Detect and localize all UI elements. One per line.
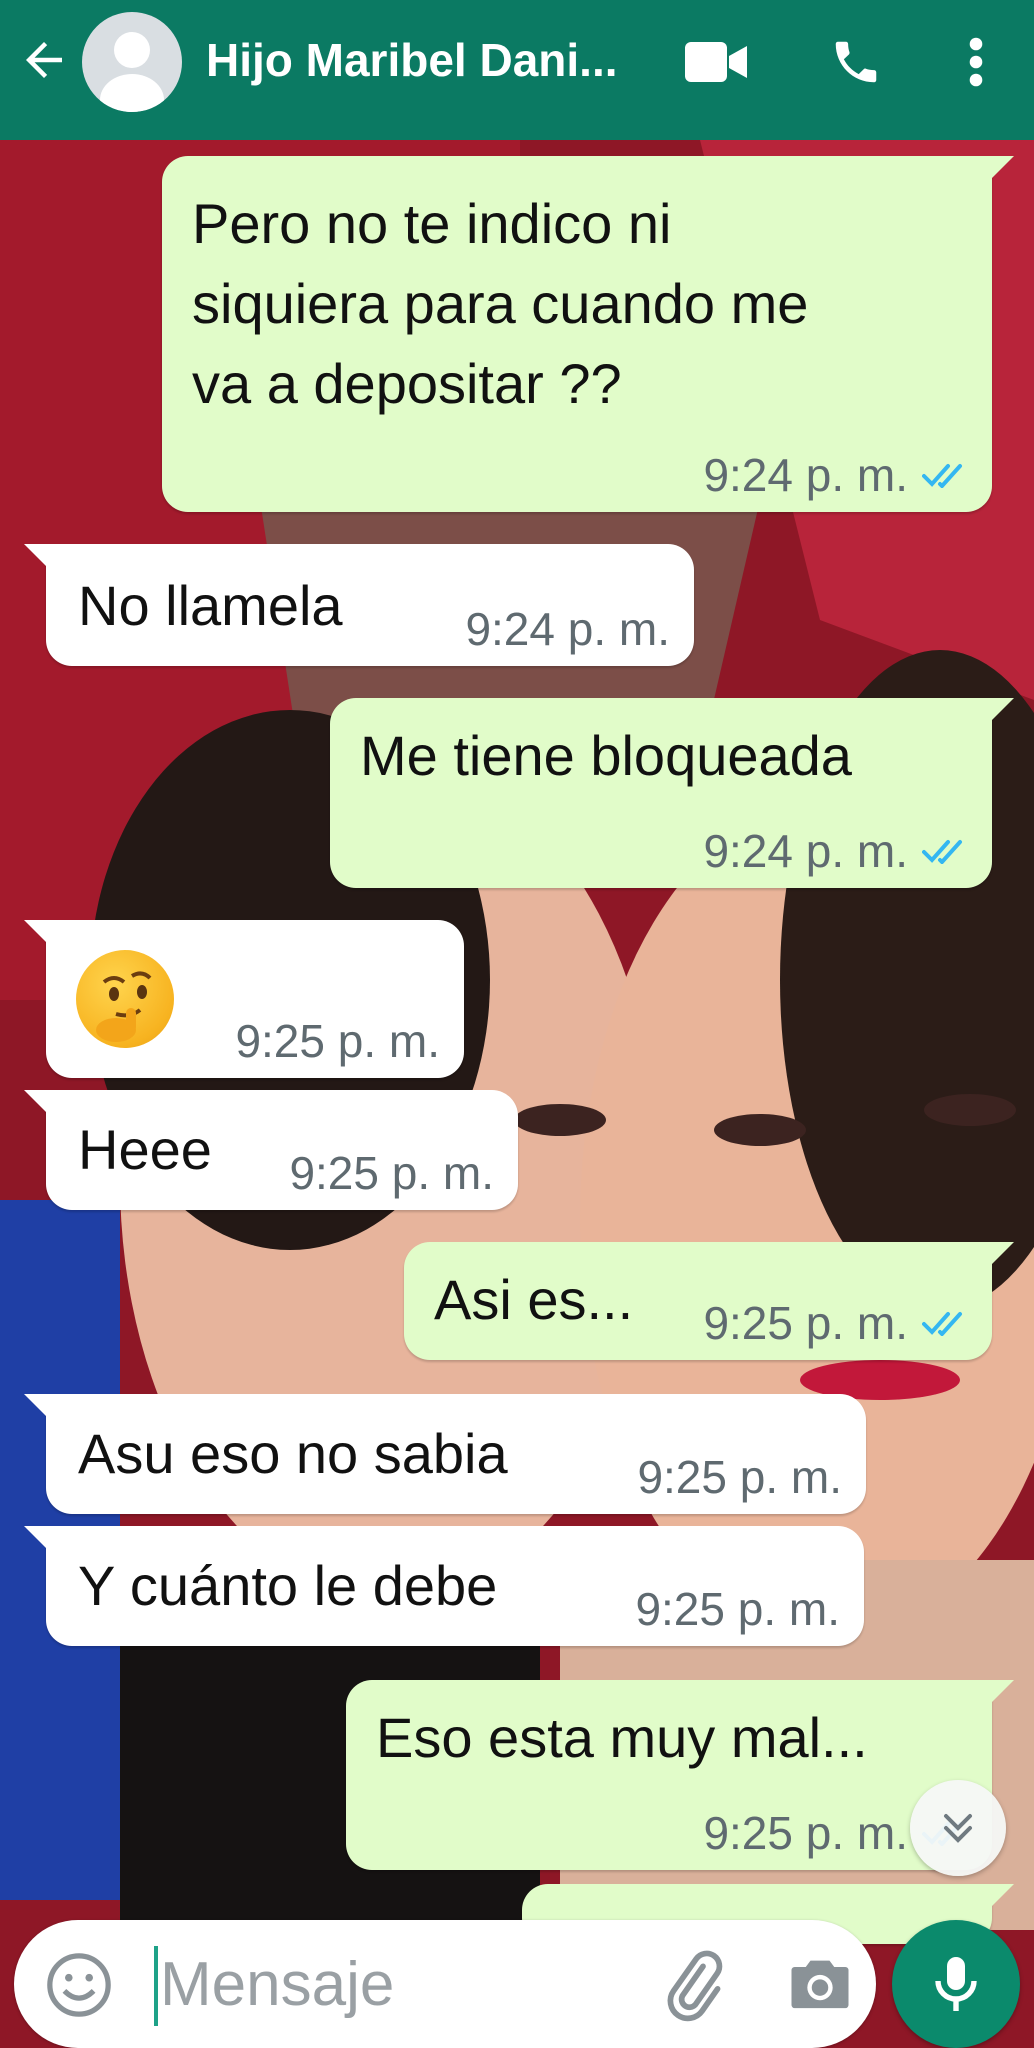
message-meta: 9:25 p. m.	[703, 1298, 968, 1348]
message-meta: 9:25 p. m.	[289, 1148, 494, 1198]
thinking-face-icon	[96, 971, 152, 1042]
message-bubble-incoming[interactable]: 9:25 p. m.	[24, 920, 464, 1078]
message-meta: 9:25 p. m.	[637, 1452, 842, 1502]
message-bubble-incoming[interactable]: Heee 9:25 p. m.	[24, 1090, 518, 1210]
message-text: Pero no te indico ni siquiera para cuand…	[192, 192, 809, 415]
message-list[interactable]: Pero no te indico ni siquiera para cuand…	[0, 140, 1034, 1944]
back-button[interactable]	[14, 30, 74, 90]
message-bubble-outgoing[interactable]: Me tiene bloqueada 9:24 p. m.	[330, 698, 1014, 888]
double-check-read-icon	[922, 1312, 962, 1336]
attach-button[interactable]	[654, 1948, 730, 2024]
voice-call-button[interactable]	[820, 30, 892, 94]
message-bubble-outgoing[interactable]: Eso esta muy mal... 9:25 p. m.	[346, 1680, 1014, 1870]
message-time: 9:25 p. m.	[635, 1583, 840, 1635]
contact-name[interactable]: Hijo Maribel Dani...	[206, 30, 646, 90]
message-text: Asu eso no sabia	[78, 1422, 508, 1485]
message-time: 9:24 p. m.	[703, 449, 908, 501]
double-check-read-icon	[922, 840, 962, 864]
scroll-down-button[interactable]	[910, 1780, 1006, 1876]
message-time: 9:24 p. m.	[703, 825, 908, 877]
voice-record-button[interactable]	[892, 1920, 1020, 2048]
camera-button[interactable]	[782, 1948, 858, 2024]
message-meta: 9:25 p. m.	[635, 1584, 840, 1634]
message-meta: 9:24 p. m.	[703, 826, 968, 876]
message-bubble-incoming[interactable]: Y cuánto le debe 9:25 p. m.	[24, 1526, 864, 1646]
text-caret	[154, 1946, 158, 2026]
arrow-left-icon	[26, 42, 62, 78]
videocam-icon	[685, 42, 747, 82]
message-meta: 9:25 p. m.	[235, 1016, 440, 1066]
message-text: Y cuánto le debe	[78, 1554, 498, 1617]
paperclip-icon	[667, 1950, 723, 2022]
default-avatar-icon	[100, 32, 164, 112]
message-time: 9:25 p. m.	[235, 1015, 440, 1067]
message-text: Me tiene bloqueada	[360, 724, 852, 787]
message-bubble-outgoing[interactable]: Asi es... 9:25 p. m.	[404, 1242, 1014, 1360]
chat-header: Hijo Maribel Dani...	[0, 0, 1034, 140]
composer-bar	[0, 1920, 1034, 2048]
message-time: 9:25 p. m.	[637, 1451, 842, 1503]
message-time: 9:25 p. m.	[703, 1297, 908, 1349]
message-bubble-incoming[interactable]: No llamela 9:24 p. m.	[24, 544, 694, 666]
double-chevron-down-icon	[944, 1814, 972, 1843]
mic-icon	[935, 1957, 977, 2011]
message-text: No llamela	[78, 574, 343, 637]
message-meta: 9:24 p. m.	[703, 450, 968, 500]
thinking-face-emoji	[76, 950, 174, 1048]
message-time: 9:25 p. m.	[289, 1147, 494, 1199]
message-meta: 9:24 p. m.	[465, 604, 670, 654]
phone-icon	[835, 41, 877, 83]
emoji-icon	[47, 1953, 111, 2017]
message-bubble-incoming[interactable]: Asu eso no sabia 9:25 p. m.	[24, 1394, 866, 1514]
emoji-button[interactable]	[44, 1950, 114, 2020]
message-text: Eso esta muy mal...	[376, 1706, 868, 1769]
double-check-read-icon	[922, 464, 962, 488]
message-time: 9:24 p. m.	[465, 603, 670, 655]
message-input[interactable]	[160, 1936, 610, 2032]
more-options-button[interactable]	[950, 30, 1002, 94]
message-text: Asi es...	[434, 1268, 634, 1331]
video-call-button[interactable]	[680, 32, 752, 92]
more-vert-icon	[969, 37, 983, 87]
message-text: Heee	[78, 1118, 212, 1181]
message-composer	[14, 1920, 876, 2048]
message-bubble-outgoing[interactable]: Pero no te indico ni siquiera para cuand…	[162, 156, 1014, 512]
camera-icon	[791, 1960, 849, 2009]
contact-avatar[interactable]	[82, 12, 182, 112]
message-time: 9:25 p. m.	[703, 1807, 908, 1859]
